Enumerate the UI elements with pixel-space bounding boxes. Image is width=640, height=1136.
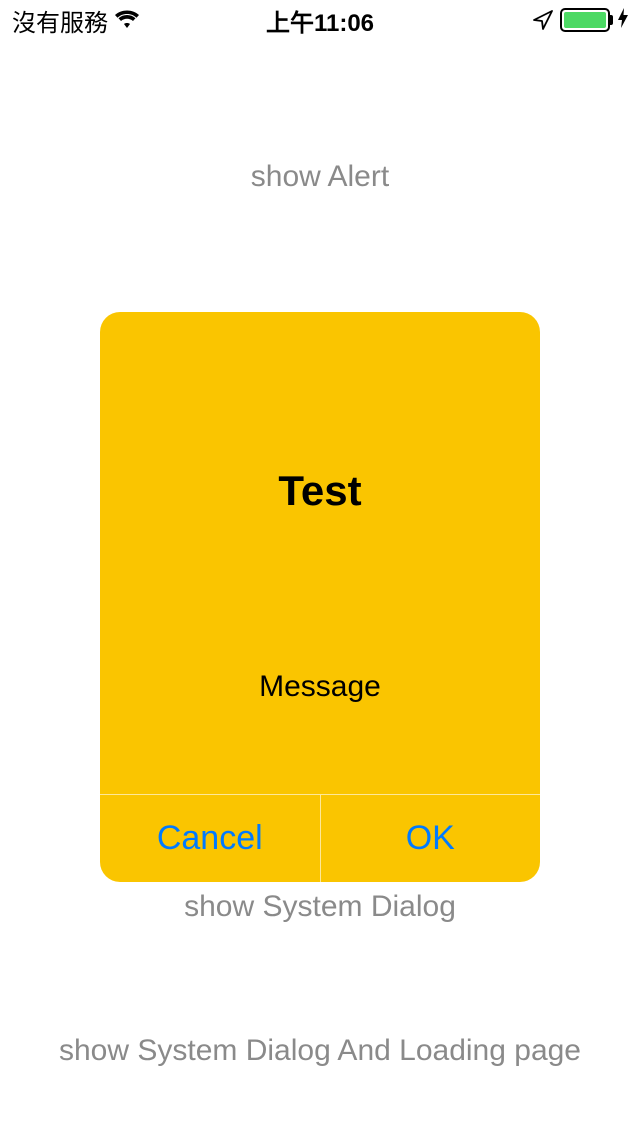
battery-fill bbox=[564, 12, 606, 28]
ok-button[interactable]: OK bbox=[320, 795, 541, 882]
status-bar: 沒有服務 上午11:06 bbox=[0, 0, 640, 40]
battery-icon bbox=[560, 8, 610, 32]
alert-dialog: Test Message Cancel OK bbox=[100, 312, 540, 882]
alert-body: Test Message bbox=[100, 312, 540, 704]
show-alert-link[interactable]: show Alert bbox=[0, 160, 640, 194]
content: show Alert Test Message Cancel OK show S… bbox=[0, 40, 640, 1068]
alert-message: Message bbox=[100, 670, 540, 704]
charging-icon bbox=[618, 8, 628, 33]
status-right bbox=[532, 8, 628, 33]
location-icon bbox=[532, 9, 554, 31]
cancel-button[interactable]: Cancel bbox=[100, 795, 320, 882]
alert-title: Test bbox=[100, 467, 540, 515]
status-left: 沒有服務 bbox=[12, 3, 140, 38]
show-system-dialog-link[interactable]: show System Dialog bbox=[0, 890, 640, 924]
wifi-icon bbox=[114, 10, 140, 30]
carrier-text: 沒有服務 bbox=[12, 3, 108, 38]
status-time: 上午11:06 bbox=[266, 3, 374, 38]
show-system-dialog-loading-link[interactable]: show System Dialog And Loading page bbox=[0, 1034, 640, 1068]
alert-buttons: Cancel OK bbox=[100, 794, 540, 882]
